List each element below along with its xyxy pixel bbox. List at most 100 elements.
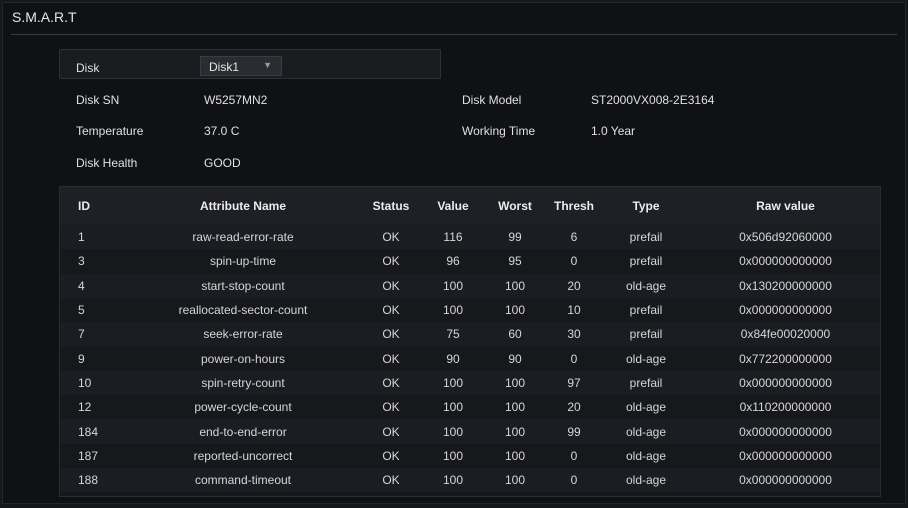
cell-value: 96 bbox=[446, 254, 460, 269]
cell-raw-value: 0x000000000000 bbox=[739, 473, 832, 488]
cell-type: prefail bbox=[629, 254, 663, 269]
cell-id: 3 bbox=[78, 254, 85, 269]
table-row: 5 reallocated-sector-count OK 100 100 10 prefa… bbox=[60, 297, 880, 323]
cell-status: OK bbox=[382, 473, 400, 488]
cell-worst: 60 bbox=[508, 327, 522, 342]
cell-status: OK bbox=[382, 400, 400, 415]
cell-status: OK bbox=[382, 254, 400, 269]
smart-table-container: ID Attribute Name Status Value Worst Thr… bbox=[59, 186, 881, 497]
cell-worst: 100 bbox=[504, 448, 526, 463]
cell-raw-value: 0x506d92060000 bbox=[739, 230, 832, 245]
cell-raw-value: 0x000000000000 bbox=[739, 424, 832, 439]
working-time-label: Working Time bbox=[462, 124, 536, 138]
temperature-value: 37.0 C bbox=[204, 124, 240, 138]
cell-value: 116 bbox=[443, 230, 463, 245]
cell-raw-value: 0x84fe00020000 bbox=[740, 327, 831, 342]
cell-worst: 100 bbox=[504, 424, 526, 439]
cell-type: prefail bbox=[629, 327, 663, 342]
cell-thresh: 30 bbox=[567, 327, 581, 342]
cell-attribute-name: seek-error-rate bbox=[203, 327, 283, 342]
smart-attributes-table: ID Attribute Name Status Value Worst Thr… bbox=[60, 187, 880, 493]
col-status-header: Status bbox=[372, 199, 410, 213]
cell-type: old-age bbox=[625, 473, 667, 488]
cell-raw-value: 0x000000000000 bbox=[739, 448, 832, 463]
disk-health-value: GOOD bbox=[204, 156, 241, 170]
cell-status: OK bbox=[382, 278, 400, 293]
cell-worst: 100 bbox=[504, 400, 526, 415]
table-row: 3 spin-up-time OK 96 95 0 prefail 0x00000000000… bbox=[60, 249, 880, 274]
table-body: 1 raw-read-error-rate OK 116 99 6 prefail 0x506… bbox=[60, 225, 880, 493]
page-title: S.M.A.R.T bbox=[12, 9, 77, 25]
cell-type: old-age bbox=[625, 351, 667, 366]
cell-thresh: 20 bbox=[567, 400, 581, 415]
disk-model-label: Disk Model bbox=[462, 93, 522, 107]
cell-thresh: 99 bbox=[567, 424, 581, 439]
cell-id: 7 bbox=[78, 327, 85, 342]
table-row: 9 power-on-hours OK 90 90 0 old-age 0x772200000… bbox=[60, 346, 880, 371]
disk-model-value: ST2000VX008-2E3164 bbox=[591, 93, 715, 107]
cell-status: OK bbox=[382, 424, 400, 439]
table-row: 4 start-stop-count OK 100 100 20 old-age 0x1302… bbox=[60, 273, 880, 298]
cell-value: 100 bbox=[442, 400, 464, 415]
cell-thresh: 0 bbox=[570, 351, 578, 366]
cell-raw-value: 0x772200000000 bbox=[739, 351, 832, 366]
cell-id: 187 bbox=[78, 448, 99, 463]
cell-thresh: 6 bbox=[570, 230, 578, 245]
cell-type: old-age bbox=[625, 424, 667, 439]
cell-status: OK bbox=[382, 327, 400, 342]
cell-type: old-age bbox=[625, 400, 667, 415]
cell-value: 100 bbox=[442, 448, 464, 463]
cell-id: 184 bbox=[78, 424, 99, 439]
cell-attribute-name: spin-up-time bbox=[209, 254, 277, 269]
disk-sn-label: Disk SN bbox=[76, 93, 120, 107]
table-row: 1 raw-read-error-rate OK 116 99 6 prefail 0x506… bbox=[60, 225, 880, 250]
cell-status: OK bbox=[382, 230, 400, 245]
cell-worst: 90 bbox=[508, 351, 522, 366]
disk-sn-value: W5257MN2 bbox=[204, 93, 268, 107]
disk-health-label: Disk Health bbox=[76, 156, 138, 170]
cell-attribute-name: start-stop-count bbox=[201, 278, 285, 293]
cell-type: prefail bbox=[629, 375, 663, 390]
cell-type: old-age bbox=[625, 278, 667, 293]
cell-status: OK bbox=[382, 448, 400, 463]
cell-status: OK bbox=[382, 375, 400, 390]
title-divider bbox=[11, 34, 897, 35]
cell-id: 5 bbox=[78, 303, 85, 318]
cell-status: OK bbox=[382, 303, 400, 318]
cell-value: 100 bbox=[442, 424, 464, 439]
cell-value: 90 bbox=[446, 351, 460, 366]
cell-raw-value: 0x000000000000 bbox=[739, 303, 832, 318]
cell-worst: 100 bbox=[504, 303, 526, 318]
cell-worst: 100 bbox=[504, 473, 526, 488]
cell-attribute-name: reallocated-sector-count bbox=[178, 303, 308, 318]
col-type-header: Type bbox=[632, 199, 660, 213]
col-thresh-header: Thresh bbox=[553, 199, 594, 213]
cell-thresh: 0 bbox=[570, 448, 578, 463]
table-row: 188 command-timeout OK 100 100 0 old-age 0x0000… bbox=[60, 467, 880, 493]
cell-raw-value: 0x130200000000 bbox=[739, 278, 832, 293]
cell-id: 1 bbox=[78, 230, 85, 245]
table-header-row: ID Attribute Name Status Value Worst Thr… bbox=[60, 187, 880, 225]
col-value-header: Value bbox=[437, 199, 469, 213]
cell-id: 4 bbox=[78, 278, 85, 293]
cell-value: 75 bbox=[446, 327, 460, 342]
col-raw-value-header: Raw value bbox=[756, 199, 815, 213]
disk-select[interactable]: Disk1 ▼ bbox=[200, 56, 282, 76]
cell-type: old-age bbox=[625, 448, 667, 463]
cell-thresh: 10 bbox=[567, 303, 581, 318]
cell-status: OK bbox=[382, 351, 400, 366]
cell-thresh: 0 bbox=[570, 473, 578, 488]
cell-id: 12 bbox=[78, 400, 92, 415]
cell-type: prefail bbox=[629, 230, 663, 245]
cell-thresh: 97 bbox=[567, 375, 581, 390]
cell-worst: 100 bbox=[504, 278, 526, 293]
table-row: 10 spin-retry-count OK 100 100 97 prefail 0x000… bbox=[60, 370, 880, 396]
cell-attribute-name: power-on-hours bbox=[200, 351, 286, 366]
table-row: 7 seek-error-rate OK 75 60 30 prefail 0x84fe000… bbox=[60, 322, 880, 347]
cell-attribute-name: spin-retry-count bbox=[201, 375, 285, 390]
col-worst-header: Worst bbox=[498, 199, 532, 213]
chevron-down-icon: ▼ bbox=[263, 60, 272, 70]
cell-raw-value: 0x000000000000 bbox=[739, 375, 832, 390]
cell-id: 188 bbox=[78, 473, 99, 488]
cell-type: prefail bbox=[629, 303, 663, 318]
